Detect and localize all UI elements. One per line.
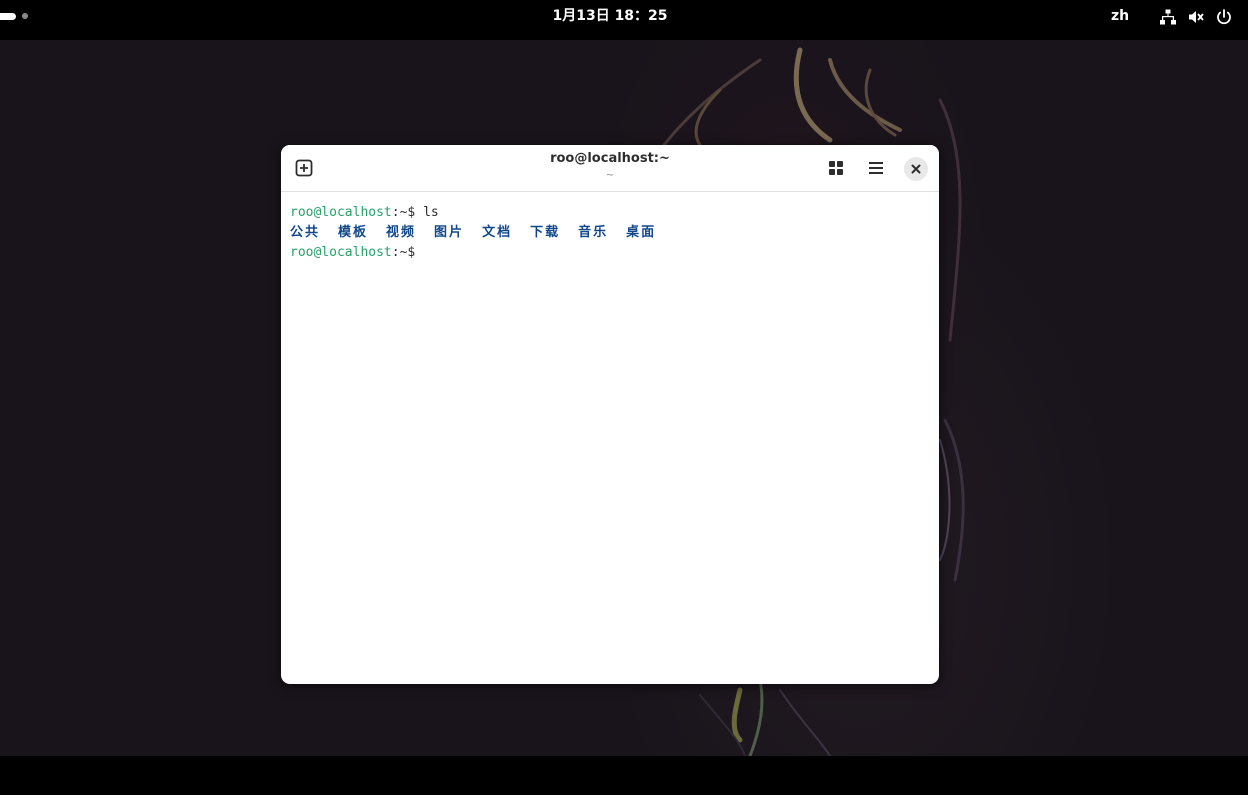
directory-entry: 文档 [482, 225, 513, 240]
hamburger-menu-icon[interactable] [865, 157, 887, 179]
terminal-headerbar[interactable]: roo@localhost:~ ~ [281, 145, 939, 192]
prompt-cwd: :~ [391, 205, 408, 220]
directory-entry: 视频 [386, 225, 417, 240]
close-icon[interactable] [904, 157, 928, 181]
prompt-symbol: $ [407, 205, 424, 220]
prompt-user-host: roo@localhost [290, 205, 392, 220]
directory-entry: 公共 [290, 225, 321, 240]
workspace-indicator-active[interactable] [0, 13, 16, 20]
terminal-line: roo@localhost:~$ [290, 243, 930, 263]
ls-output-line: 公共 模板 视频 图片 文档 下载 音乐 桌面 [290, 223, 930, 243]
workspace-indicator-inactive[interactable] [22, 13, 28, 19]
prompt-cwd: :~ [391, 245, 408, 260]
volume-muted-icon[interactable] [1188, 9, 1204, 25]
tab-overview-icon[interactable] [825, 157, 847, 179]
directory-entry: 音乐 [578, 225, 609, 240]
top-bar: 1月13日 18：25 zh [0, 0, 1248, 34]
terminal-window[interactable]: roo@localhost:~ ~ roo@localhost:~$ ls 公共… [281, 145, 939, 684]
window-subtitle: ~ [605, 170, 615, 181]
directory-entry: 图片 [434, 225, 465, 240]
new-tab-icon[interactable] [293, 157, 315, 179]
prompt-user-host: roo@localhost [290, 245, 392, 260]
window-title: roo@localhost:~ [550, 151, 670, 166]
terminal-line: roo@localhost:~$ ls [290, 203, 930, 223]
prompt-symbol: $ [407, 245, 424, 260]
power-icon[interactable] [1216, 9, 1232, 25]
directory-entry: 下载 [530, 225, 561, 240]
command-text: ls [423, 205, 439, 220]
network-icon[interactable] [1160, 9, 1176, 25]
date-time-clock[interactable]: 1月13日 18：25 [524, 0, 696, 34]
input-language-indicator[interactable]: zh [1106, 0, 1134, 34]
terminal-output[interactable]: roo@localhost:~$ ls 公共 模板 视频 图片 文档 下载 音乐 桌面 roo… [290, 203, 930, 673]
directory-entry: 模板 [338, 225, 369, 240]
bottom-dock-area [0, 756, 1248, 795]
directory-entry: 桌面 [626, 225, 657, 240]
